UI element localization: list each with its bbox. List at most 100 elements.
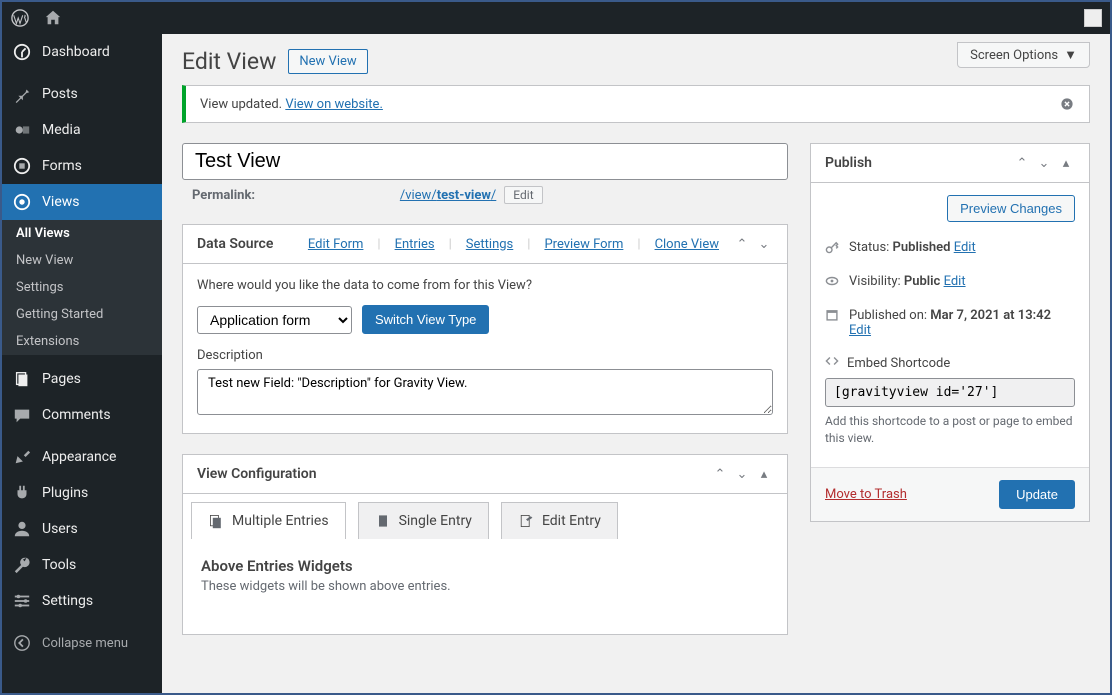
description-textarea[interactable]: Test new Field: "Description" for Gravit… [197,369,773,415]
visibility-icon [825,274,841,292]
submenu-item-all-views[interactable]: All Views [2,220,162,247]
home-icon[interactable] [44,9,62,27]
screen-options-toggle[interactable]: Screen Options ▼ [957,42,1090,68]
edit-permalink-button[interactable]: Edit [504,186,542,204]
tab-label: Single Entry [399,513,472,529]
submenu-item-extensions[interactable]: Extensions [2,328,162,355]
sidebar-item-dashboard[interactable]: Dashboard [2,34,162,70]
sidebar-item-users[interactable]: Users [2,511,162,547]
published-label: Published on: [849,308,930,323]
view-config-box: View Configuration ⌃ ⌄ ▴ Multiple Entrie… [182,454,788,635]
media-icon [12,120,32,140]
sidebar-item-label: Tools [42,557,76,573]
page-title: Edit View New View [182,34,1090,85]
sidebar-item-views[interactable]: Views [2,184,162,220]
dismiss-notice-button[interactable] [1059,96,1075,112]
collapse-label: Collapse menu [42,636,128,651]
admin-sidebar: Dashboard Posts Media Forms Views All Vi… [2,34,162,693]
permalink-label: Permalink: [192,188,255,203]
users-icon [12,519,32,539]
tab-label: Edit Entry [542,513,601,529]
tab-edit-entry[interactable]: Edit Entry [501,502,618,539]
submenu-item-getting-started[interactable]: Getting Started [2,301,162,328]
visibility-label: Visibility: [849,274,904,289]
tab-single-entry[interactable]: Single Entry [358,502,489,539]
comments-icon [12,405,32,425]
title-input[interactable] [182,143,788,180]
sidebar-item-label: Views [42,194,80,210]
above-widgets-hint: These widgets will be shown above entrie… [201,579,769,594]
data-source-select[interactable]: Application form [197,306,352,334]
settings-icon [12,591,32,611]
data-source-box: Data Source Edit Form| Entries| Settings… [182,224,788,434]
single-entry-icon [375,513,391,529]
permalink-link[interactable]: ________________________/view/test-view/ [259,188,496,203]
admin-bar [2,2,1110,34]
plugins-icon [12,483,32,503]
above-widgets-title: Above Entries Widgets [201,557,769,575]
wordpress-logo-icon[interactable] [10,8,30,28]
sidebar-item-label: Plugins [42,485,88,501]
sidebar-item-settings[interactable]: Settings [2,583,162,619]
key-icon [825,240,841,258]
edit-visibility-link[interactable]: Edit [944,274,966,289]
notice-link[interactable]: View on website. [285,97,383,112]
collapse-icon [12,633,32,653]
sidebar-item-label: Forms [42,158,82,174]
edit-entry-icon [518,513,534,529]
chevron-up-icon[interactable]: ⌃ [1013,154,1031,172]
chevron-down-icon[interactable]: ⌄ [733,465,751,483]
chevron-up-icon[interactable]: ⌃ [711,465,729,483]
sidebar-item-forms[interactable]: Forms [2,148,162,184]
chevron-up-icon[interactable]: ▴ [1057,154,1075,172]
update-notice: View updated. View on website. [182,85,1090,123]
switch-view-type-button[interactable]: Switch View Type [362,305,489,334]
sidebar-item-pages[interactable]: Pages [2,361,162,397]
link-entries[interactable]: Entries [395,237,435,252]
user-avatar[interactable] [1084,9,1102,27]
appearance-icon [12,447,32,467]
move-to-trash-link[interactable]: Move to Trash [825,487,907,502]
sidebar-item-media[interactable]: Media [2,112,162,148]
sidebar-item-label: Users [42,521,78,537]
data-source-question: Where would you like the data to come fr… [197,278,773,293]
new-view-button[interactable]: New View [288,49,367,74]
sidebar-item-plugins[interactable]: Plugins [2,475,162,511]
edit-status-link[interactable]: Edit [954,240,976,255]
shortcode-input[interactable] [825,378,1075,407]
link-clone-view[interactable]: Clone View [655,237,719,252]
sidebar-item-comments[interactable]: Comments [2,397,162,433]
chevron-down-icon: ▼ [1064,47,1077,63]
submenu-item-new-view[interactable]: New View [2,247,162,274]
sidebar-item-tools[interactable]: Tools [2,547,162,583]
update-button[interactable]: Update [999,480,1075,509]
pin-icon [12,84,32,104]
chevron-up-icon[interactable]: ▴ [755,465,773,483]
link-preview-form[interactable]: Preview Form [544,237,623,252]
edit-date-link[interactable]: Edit [849,323,871,338]
sidebar-item-posts[interactable]: Posts [2,76,162,112]
chevron-up-icon[interactable]: ⌃ [733,235,751,253]
chevron-down-icon[interactable]: ⌄ [755,235,773,253]
published-value: Mar 7, 2021 at 13:42 [930,308,1051,323]
shortcode-label: Embed Shortcode [847,356,950,371]
tools-icon [12,555,32,575]
notice-text: View updated. [200,97,285,112]
link-settings[interactable]: Settings [466,237,513,252]
sidebar-submenu-views: All Views New View Settings Getting Star… [2,220,162,355]
sidebar-item-label: Appearance [42,449,116,465]
screen-options-label: Screen Options [970,48,1058,63]
shortcode-hint: Add this shortcode to a post or page to … [825,413,1075,447]
pages-icon [12,369,32,389]
preview-changes-button[interactable]: Preview Changes [947,195,1075,222]
sidebar-item-label: Pages [42,371,81,387]
submenu-item-settings[interactable]: Settings [2,274,162,301]
view-config-title: View Configuration [197,466,317,482]
chevron-down-icon[interactable]: ⌄ [1035,154,1053,172]
collapse-menu-button[interactable]: Collapse menu [2,625,162,661]
forms-icon [12,156,32,176]
link-edit-form[interactable]: Edit Form [308,237,364,252]
sidebar-item-appearance[interactable]: Appearance [2,439,162,475]
sidebar-item-label: Comments [42,407,111,423]
tab-multiple-entries[interactable]: Multiple Entries [191,502,346,539]
